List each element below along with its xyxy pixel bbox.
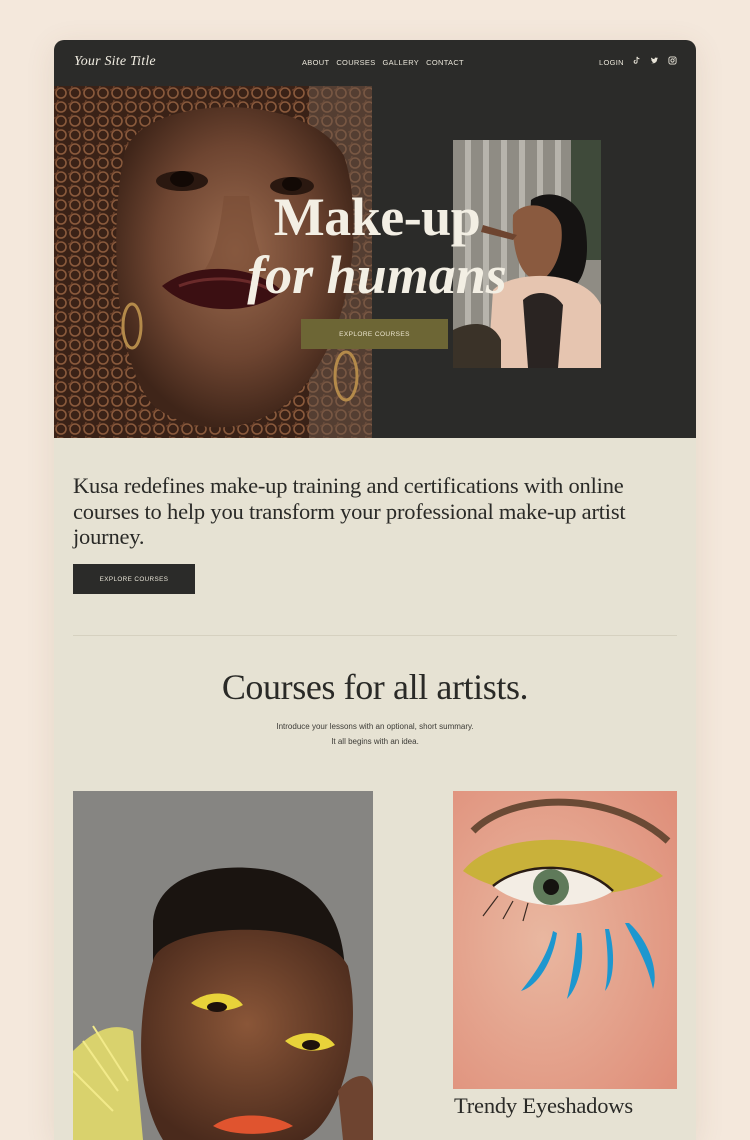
hero-heading-line-1: Make-up [273,187,481,248]
login-link[interactable]: LOGIN [599,58,624,67]
courses-section-subtitle: Introduce your lessons with an optional,… [276,722,474,746]
twitter-icon[interactable] [650,56,659,65]
hero-section: Make-up for humans EXPLORE COURSES [54,86,696,438]
instagram-icon[interactable] [668,56,677,65]
main-menu: ABOUT COURSES GALLERY CONTACT [302,58,464,67]
nav-link-courses[interactable]: COURSES [336,58,375,67]
course-card-image-yellow-eyeliner[interactable] [73,791,373,1140]
courses-section-title: Courses for all artists. [221,667,529,707]
tiktok-icon[interactable] [632,56,641,65]
nav-link-contact[interactable]: CONTACT [426,58,464,67]
course-title-trendy-eyeshadows[interactable]: Trendy Eyeshadows [454,1093,633,1119]
social-links [632,56,677,65]
hero-explore-courses-button[interactable]: EXPLORE COURSES [301,319,448,349]
nav-link-gallery[interactable]: GALLERY [383,58,420,67]
nav-link-about[interactable]: ABOUT [302,58,329,67]
intro-statement: Kusa redefines make-up training and cert… [73,473,626,549]
intro-explore-courses-button[interactable]: EXPLORE COURSES [73,564,195,594]
course-card-image-trendy-eyeshadows[interactable] [453,791,677,1089]
site-title[interactable]: Your Site Title [74,54,156,70]
hero-heading-line-2: for humans [247,245,507,306]
website-frame: Your Site Title ABOUT COURSES GALLERY CO… [54,40,696,1140]
top-navigation: Your Site Title ABOUT COURSES GALLERY CO… [54,40,696,86]
hero-heading: Make-up for humans [54,187,696,303]
section-divider [73,635,677,636]
